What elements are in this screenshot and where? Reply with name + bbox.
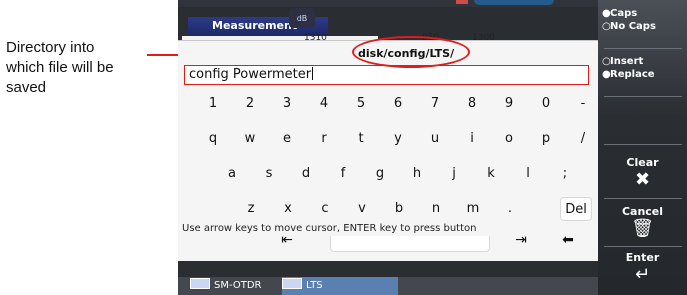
char-key[interactable]: n [422,197,450,221]
char-key[interactable]: k [477,162,505,186]
keyboard-hint: Use arrow keys to move cursor, ENTER key… [178,222,602,236]
side-divider [604,96,682,97]
char-key[interactable]: w [236,127,264,151]
char-key[interactable]: 4 [310,92,338,116]
side-softkey-panel: ●Caps ○No Caps ○Insert ●Replace Clear ✖ … [598,0,687,295]
enter-icon: ↵ [634,264,651,285]
char-key[interactable]: 1 [199,92,227,116]
otdr-icon [190,278,210,289]
lts-icon [282,278,302,289]
filename-value: config Powermeter [189,67,312,82]
char-key[interactable]: f [329,162,357,186]
task-lts[interactable]: LTS [282,277,398,295]
flag-icon [456,0,468,4]
char-key[interactable]: 7 [421,92,449,116]
annotation-line-1: Directory into [6,39,95,56]
char-key[interactable]: / [569,127,597,151]
radio-selected-icon: ● [602,8,611,19]
measurement-tab-label: Measurement [212,19,298,32]
char-key[interactable]: - [569,92,597,116]
char-key[interactable]: p [532,127,560,151]
task-sm-otdr[interactable]: SM-OTDR [190,277,288,295]
char-key[interactable]: r [310,127,338,151]
char-key[interactable]: y [384,127,412,151]
char-key[interactable]: 6 [384,92,412,116]
char-key[interactable]: a [218,162,246,186]
text-cursor [312,67,314,80]
cancel-label: Cancel [621,205,664,218]
char-key[interactable]: v [348,197,376,221]
taskbar: SM-OTDR LTS [178,277,598,295]
char-key[interactable]: 0 [532,92,560,116]
char-key[interactable]: z [237,197,265,221]
side-divider [604,144,682,145]
db-logo-icon: dB [289,8,315,28]
annotation-line-3: saved [6,79,47,96]
status-tab [474,0,554,5]
char-key[interactable]: ; [551,162,579,186]
char-key[interactable]: c [311,197,339,221]
char-key[interactable]: 3 [273,92,301,116]
char-key[interactable]: q [199,127,227,151]
char-key[interactable]: 8 [458,92,486,116]
char-key[interactable]: 5 [347,92,375,116]
char-key[interactable]: i [458,127,486,151]
char-key[interactable]: l [514,162,542,186]
char-key[interactable]: d [292,162,320,186]
radio-unselected-icon: ○ [602,21,611,32]
char-key[interactable]: m [459,197,487,221]
annotation-line-2: which file will be [6,59,114,76]
clear-button[interactable]: Clear ✖ [598,156,687,191]
char-key[interactable]: t [347,127,375,151]
char-key[interactable]: b [385,197,413,221]
char-key[interactable]: o [495,127,523,151]
char-key[interactable]: . [496,197,524,221]
no-caps-option[interactable]: ○No Caps [602,21,656,32]
char-key[interactable]: j [440,162,468,186]
trash-icon: 🗑 [631,218,654,239]
annotation-text: Directory into which file will be saved [6,38,154,98]
clear-icon: ✖ [634,169,651,190]
clear-label: Clear [626,156,659,169]
char-key[interactable]: 9 [495,92,523,116]
replace-option[interactable]: ●Replace [602,69,655,80]
caps-option[interactable]: ●Caps [602,8,637,19]
insert-option[interactable]: ○Insert [602,56,643,67]
char-key[interactable]: u [421,127,449,151]
char-key[interactable]: e [273,127,301,151]
char-key[interactable]: 2 [236,92,264,116]
char-key[interactable]: x [274,197,302,221]
cancel-button[interactable]: Cancel 🗑 [598,205,687,240]
char-key[interactable]: s [255,162,283,186]
radio-selected-icon: ● [602,69,611,80]
side-divider [604,198,682,199]
radio-unselected-icon: ○ [602,56,611,67]
enter-label: Enter [625,251,660,264]
del-key[interactable]: Del [560,197,592,221]
side-divider [604,48,682,49]
enter-button[interactable]: Enter ↵ [598,251,687,286]
annotation-ellipse [352,36,470,68]
char-key[interactable]: g [366,162,394,186]
side-divider [604,246,682,247]
char-key[interactable]: h [403,162,431,186]
filename-input[interactable]: config Powermeter [184,65,589,85]
